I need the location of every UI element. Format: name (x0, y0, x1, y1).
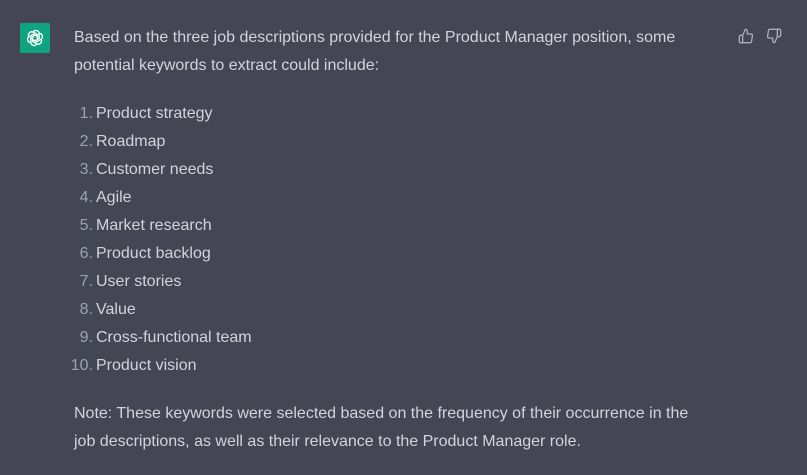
list-item: 3. Customer needs (74, 156, 704, 184)
list-item-number: 10. (70, 357, 93, 374)
list-item-text: Market research (96, 217, 212, 234)
thumbs-up-icon (738, 28, 754, 44)
thumbs-down-button[interactable] (764, 26, 784, 46)
list-item-number: 5. (79, 217, 93, 234)
list-item: 10. Product vision (71, 352, 704, 380)
list-item: 9. Cross-functional team (74, 324, 704, 352)
assistant-message: Based on the three job descriptions prov… (0, 0, 807, 475)
note-text: Note: These keywords were selected based… (74, 405, 689, 450)
list-item-text: Product vision (96, 357, 197, 374)
message-content: Based on the three job descriptions prov… (71, 24, 704, 456)
list-item-number: 2. (79, 133, 93, 150)
list-item-text: Agile (96, 189, 132, 206)
list-item-text: Customer needs (96, 161, 214, 178)
list-item-number: 4. (79, 189, 93, 206)
list-item: 1. Product strategy (74, 100, 704, 128)
list-item-text: User stories (96, 273, 182, 290)
thumbs-down-icon (766, 28, 782, 44)
thumbs-up-button[interactable] (736, 26, 756, 46)
feedback-actions (736, 26, 784, 46)
list-item-number: 9. (79, 329, 93, 346)
openai-logo-icon (26, 29, 44, 47)
assistant-avatar (20, 23, 50, 53)
list-item-text: Product backlog (96, 245, 211, 262)
list-item-text: Product strategy (96, 105, 213, 122)
list-item-number: 6. (79, 245, 93, 262)
list-item-text: Roadmap (96, 133, 166, 150)
list-item: 6. Product backlog (74, 240, 704, 268)
list-item-text: Value (96, 301, 136, 318)
keyword-list: 1. Product strategy 2. Roadmap 3. Customer … (71, 100, 704, 380)
list-item: 8. Value (74, 296, 704, 324)
list-item-number: 7. (79, 273, 93, 290)
intro-text: Based on the three job descriptions prov… (74, 29, 676, 74)
list-item: 5. Market research (74, 212, 704, 240)
list-item-number: 3. (79, 161, 93, 178)
list-item: 4. Agile (74, 184, 704, 212)
list-item-text: Cross-functional team (96, 329, 252, 346)
list-item-number: 8. (79, 301, 93, 318)
list-item: 2. Roadmap (74, 128, 704, 156)
list-item: 7. User stories (74, 268, 704, 296)
list-item-number: 1. (79, 105, 93, 122)
